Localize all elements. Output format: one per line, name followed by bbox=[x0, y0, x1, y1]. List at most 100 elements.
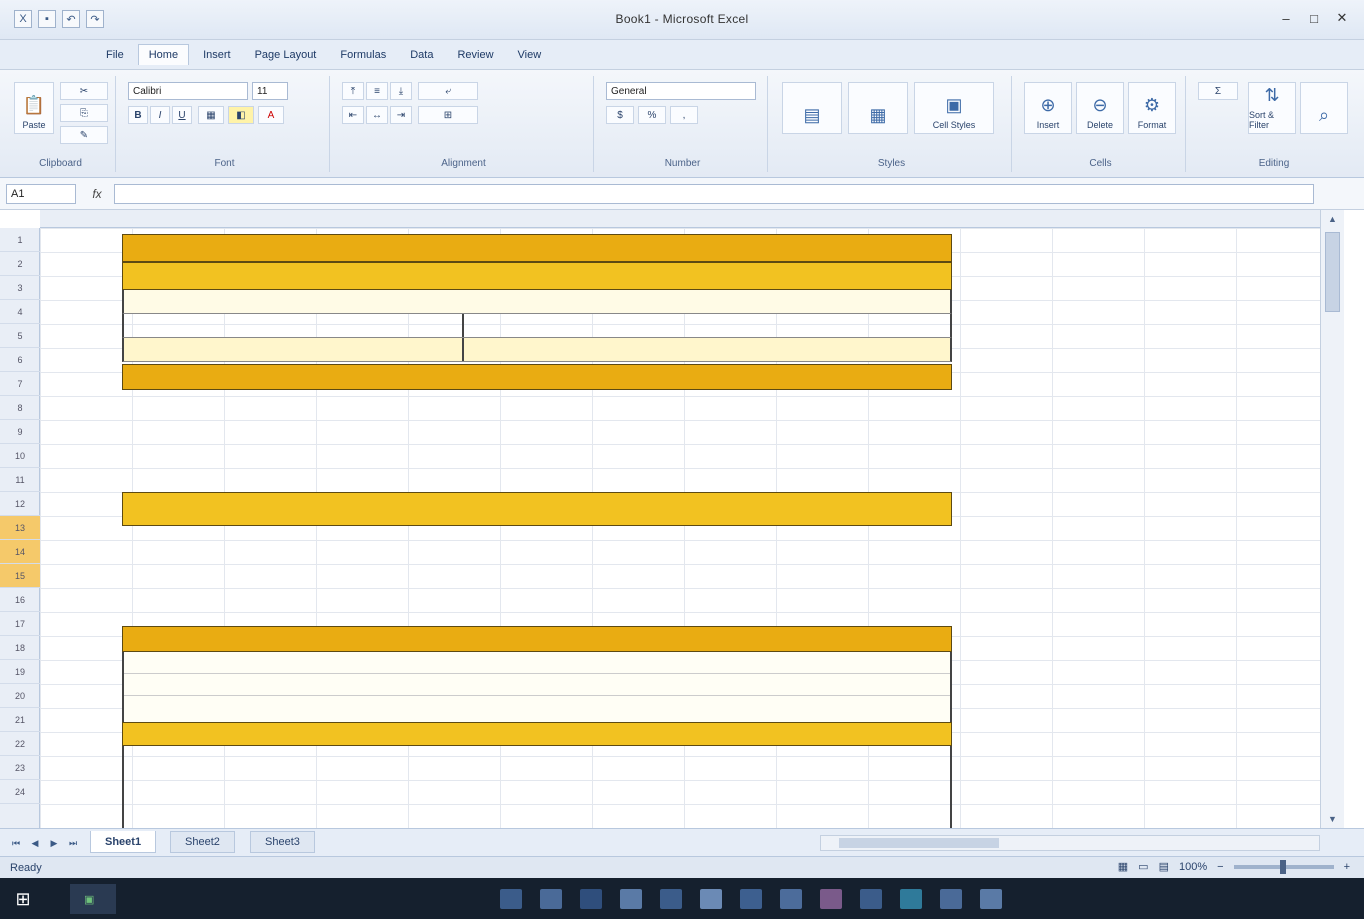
excel-logo-icon[interactable]: X bbox=[14, 10, 32, 28]
row-number[interactable]: 18 bbox=[0, 636, 40, 660]
paste-button[interactable]: 📋 Paste bbox=[14, 82, 54, 134]
tab-insert[interactable]: Insert bbox=[193, 45, 241, 65]
pinned-app-icon[interactable] bbox=[860, 889, 882, 909]
font-size-select[interactable]: 11 bbox=[252, 82, 288, 100]
section-2-text[interactable] bbox=[122, 530, 952, 614]
align-bottom-button[interactable]: ⤓ bbox=[390, 82, 412, 100]
font-color-button[interactable]: A bbox=[258, 106, 284, 124]
row-number[interactable]: 13 bbox=[0, 516, 40, 540]
row-number[interactable]: 6 bbox=[0, 348, 40, 372]
tab-page-layout[interactable]: Page Layout bbox=[245, 45, 327, 65]
align-left-button[interactable]: ⇤ bbox=[342, 106, 364, 124]
info-row-1[interactable] bbox=[122, 314, 952, 338]
row-number[interactable]: 3 bbox=[0, 276, 40, 300]
row-number[interactable]: 2 bbox=[0, 252, 40, 276]
maximize-icon[interactable]: □ bbox=[1302, 8, 1326, 28]
borders-button[interactable]: ▦ bbox=[198, 106, 224, 124]
name-box[interactable]: A1 bbox=[6, 184, 76, 204]
first-sheet-icon[interactable]: ⏮ bbox=[8, 835, 24, 851]
pinned-app-icon[interactable] bbox=[780, 889, 802, 909]
close-icon[interactable]: ✕ bbox=[1330, 8, 1354, 28]
number-format-select[interactable]: General bbox=[606, 82, 756, 100]
section-4-header[interactable] bbox=[122, 722, 952, 746]
pinned-app-icon[interactable] bbox=[820, 889, 842, 909]
sheet-tab-1[interactable]: Sheet1 bbox=[90, 831, 157, 853]
tab-data[interactable]: Data bbox=[400, 45, 443, 65]
bold-button[interactable]: B bbox=[128, 106, 148, 124]
tab-formulas[interactable]: Formulas bbox=[330, 45, 396, 65]
wrap-text-button[interactable]: ⤶ bbox=[418, 82, 478, 100]
fill-color-button[interactable]: ◧ bbox=[228, 106, 254, 124]
pinned-app-icon[interactable] bbox=[660, 889, 682, 909]
start-icon[interactable]: ⊞ bbox=[10, 886, 36, 912]
section-2-header[interactable] bbox=[122, 492, 952, 526]
formula-input[interactable] bbox=[114, 184, 1314, 204]
row-number[interactable]: 16 bbox=[0, 588, 40, 612]
insert-cells-button[interactable]: ⊕ Insert bbox=[1024, 82, 1072, 134]
autosum-button[interactable]: Σ bbox=[1198, 82, 1238, 100]
section-1-header[interactable] bbox=[122, 364, 952, 390]
section-3-header[interactable] bbox=[122, 626, 952, 652]
form-title[interactable] bbox=[122, 234, 952, 262]
format-painter-button[interactable]: ✎ bbox=[60, 126, 108, 144]
merge-center-button[interactable]: ⊞ bbox=[418, 106, 478, 124]
tab-review[interactable]: Review bbox=[447, 45, 503, 65]
format-table-button[interactable]: ▦ bbox=[848, 82, 908, 134]
conditional-format-button[interactable]: ▤ bbox=[782, 82, 842, 134]
fx-icon[interactable]: fx bbox=[84, 184, 110, 204]
tab-file[interactable]: File bbox=[96, 45, 134, 65]
section-4-body[interactable] bbox=[122, 746, 952, 830]
section-1-text[interactable] bbox=[122, 394, 952, 478]
pinned-app-icon[interactable] bbox=[580, 889, 602, 909]
row-number[interactable]: 23 bbox=[0, 756, 40, 780]
find-select-button[interactable]: ⌕ bbox=[1300, 82, 1348, 134]
row-number[interactable]: 22 bbox=[0, 732, 40, 756]
row-number[interactable]: 10 bbox=[0, 444, 40, 468]
row-number[interactable]: 20 bbox=[0, 684, 40, 708]
page-layout-view-icon[interactable]: ▭ bbox=[1138, 860, 1148, 873]
vertical-scroll-thumb[interactable] bbox=[1325, 232, 1340, 312]
row-number[interactable]: 15 bbox=[0, 564, 40, 588]
pinned-app-icon[interactable] bbox=[900, 889, 922, 909]
align-middle-button[interactable]: ≡ bbox=[366, 82, 388, 100]
zoom-out-icon[interactable]: − bbox=[1217, 861, 1223, 873]
pinned-app-icon[interactable] bbox=[940, 889, 962, 909]
form-subtitle[interactable] bbox=[122, 262, 952, 290]
taskbar-app-excel[interactable]: ▣ bbox=[70, 884, 117, 914]
pinned-app-icon[interactable] bbox=[500, 889, 522, 909]
next-sheet-icon[interactable]: ▶ bbox=[46, 835, 62, 851]
info-row-2[interactable] bbox=[122, 338, 952, 362]
row-number[interactable]: 4 bbox=[0, 300, 40, 324]
copy-button[interactable]: ⎘ bbox=[60, 104, 108, 122]
column-header[interactable] bbox=[40, 210, 1320, 228]
pinned-app-icon[interactable] bbox=[540, 889, 562, 909]
row-number[interactable]: 1 bbox=[0, 228, 40, 252]
sort-filter-button[interactable]: ⇅ Sort & Filter bbox=[1248, 82, 1296, 134]
sheet-tab-2[interactable]: Sheet2 bbox=[170, 831, 235, 853]
row-number[interactable]: 11 bbox=[0, 468, 40, 492]
row-number[interactable]: 9 bbox=[0, 420, 40, 444]
row-number[interactable]: 12 bbox=[0, 492, 40, 516]
zoom-in-icon[interactable]: + bbox=[1344, 861, 1350, 873]
cut-button[interactable]: ✂ bbox=[60, 82, 108, 100]
delete-cells-button[interactable]: ⊖ Delete bbox=[1076, 82, 1124, 134]
row-number[interactable]: 19 bbox=[0, 660, 40, 684]
horizontal-scrollbar[interactable] bbox=[820, 835, 1320, 851]
scroll-down-icon[interactable]: ▼ bbox=[1321, 810, 1344, 828]
redo-icon[interactable]: ↷ bbox=[86, 10, 104, 28]
sheet-tab-3[interactable]: Sheet3 bbox=[250, 831, 315, 853]
horizontal-scroll-thumb[interactable] bbox=[839, 838, 999, 848]
scroll-up-icon[interactable]: ▲ bbox=[1321, 210, 1344, 228]
row-number[interactable]: 21 bbox=[0, 708, 40, 732]
row-number[interactable]: 17 bbox=[0, 612, 40, 636]
row-number[interactable]: 7 bbox=[0, 372, 40, 396]
align-center-button[interactable]: ↔ bbox=[366, 106, 388, 124]
tab-home[interactable]: Home bbox=[137, 44, 190, 65]
pinned-app-icon[interactable] bbox=[980, 889, 1002, 909]
vertical-scrollbar[interactable]: ▲ ▼ bbox=[1320, 210, 1344, 828]
percent-button[interactable]: % bbox=[638, 106, 666, 124]
row-number[interactable]: 14 bbox=[0, 540, 40, 564]
spacer-row[interactable] bbox=[122, 290, 952, 314]
prev-sheet-icon[interactable]: ◀ bbox=[27, 835, 43, 851]
list-item[interactable] bbox=[124, 674, 950, 696]
